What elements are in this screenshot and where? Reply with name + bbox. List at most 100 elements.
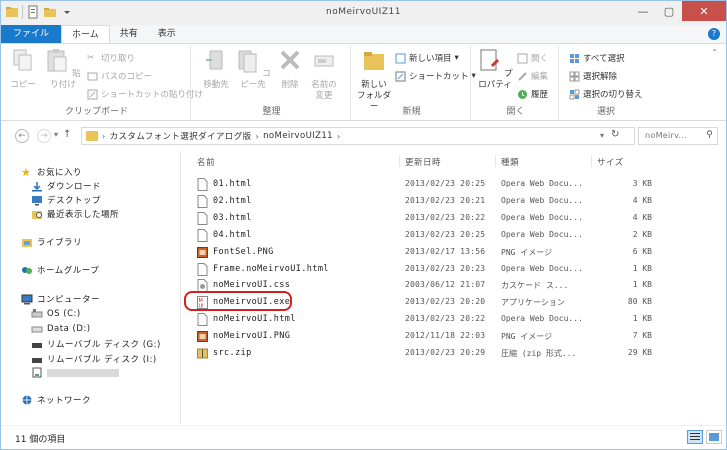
nav-downloads[interactable]: ダウンロード <box>31 180 101 192</box>
address-dropdown-icon[interactable]: ▾ <box>600 131 604 140</box>
easy-access-button[interactable]: ショートカット ▾ <box>395 70 476 82</box>
chevron-right-icon[interactable]: › <box>256 132 260 141</box>
file-row[interactable]: 03.html 2013/02/23 20:22 Opera Web Docu...… <box>197 210 652 226</box>
paste-shortcut-button[interactable]: ショートカットの貼り付け <box>87 88 203 100</box>
tab-home[interactable]: ホーム <box>61 25 110 43</box>
invert-selection-button[interactable]: 選択の切り替え <box>569 88 643 100</box>
file-row[interactable]: 04.html 2013/02/23 20:25 Opera Web Docu...… <box>197 227 652 243</box>
file-type: アプリケーション <box>501 298 565 308</box>
nav-removable-g[interactable]: リムーバブル ディスク (G:) <box>31 338 161 350</box>
hard-drive-icon <box>31 326 43 333</box>
close-button[interactable]: ✕ <box>682 1 726 21</box>
move-to-button[interactable]: 移動先 <box>199 48 233 91</box>
history-button[interactable]: 履歴 <box>517 88 548 100</box>
nav-redacted-item[interactable] <box>31 367 119 378</box>
nav-desktop[interactable]: デスクトップ <box>31 194 101 206</box>
copy-icon <box>13 49 32 71</box>
new-item-button[interactable]: 新しい項目 ▾ <box>395 52 459 64</box>
file-size: 1 KB <box>632 280 652 290</box>
open-button[interactable]: 開く <box>517 52 548 64</box>
nav-homegroup[interactable]: ホームグループ <box>21 264 99 276</box>
nav-desktop-label: デスクトップ <box>47 196 102 206</box>
nav-removable-i[interactable]: リムーバブル ディスク (I:) <box>31 353 157 365</box>
move-to-icon <box>206 50 223 70</box>
nav-recent-places[interactable]: 最近表示した場所 <box>31 208 119 220</box>
file-row[interactable]: Frame.noMeirvoUI.html 2013/02/23 20:23 Ope… <box>197 261 652 277</box>
help-icon[interactable]: ? <box>708 28 720 40</box>
up-button[interactable]: ↑ <box>63 129 71 140</box>
column-header-type[interactable]: 種類 <box>501 156 519 168</box>
file-row[interactable]: FontSel.PNG 2013/02/17 13:56 PNG イメージ 6 KB <box>197 244 652 260</box>
minimize-button[interactable]: — <box>630 1 656 21</box>
chevron-right-icon[interactable]: › <box>102 132 106 141</box>
search-icon[interactable]: ⚲ <box>706 130 713 140</box>
nav-drive-os[interactable]: OS (C:) <box>31 308 81 319</box>
properties-button[interactable]: プロパティ <box>475 48 515 91</box>
invert-selection-label: 選択の切り替え <box>583 90 643 100</box>
delete-button[interactable]: 削除 <box>275 48 305 91</box>
search-input[interactable]: noMeirv... ⚲ <box>638 127 718 145</box>
file-name: 03.html <box>213 212 252 223</box>
tab-file[interactable]: ファイル <box>1 25 62 43</box>
copy-button[interactable]: コピー <box>9 48 37 91</box>
column-header-date[interactable]: 更新日時 <box>405 156 441 168</box>
title-bar: noMeirvoUIZ11 — ▢ ✕ <box>1 1 726 25</box>
html-file-icon <box>197 178 208 191</box>
forward-button[interactable]: → <box>37 129 51 143</box>
desktop-icon <box>32 195 42 205</box>
paste-button[interactable]: 貼り付け <box>43 48 83 91</box>
nav-favorites[interactable]: ★ お気に入り <box>21 166 82 179</box>
collapse-ribbon-icon[interactable]: ⌃ <box>711 48 718 57</box>
nav-drive-data[interactable]: Data (D:) <box>31 323 91 334</box>
nav-network-label: ネットワーク <box>37 396 92 406</box>
select-none-label: 選択解除 <box>583 72 618 82</box>
rename-button[interactable]: 名前の 変更 <box>307 48 341 102</box>
tab-share[interactable]: 共有 <box>110 25 148 43</box>
column-header-name[interactable]: 名前 <box>197 156 215 168</box>
recent-locations-icon[interactable]: ▾ <box>54 130 58 139</box>
copy-path-button[interactable]: パスのコピー <box>87 70 152 82</box>
column-divider[interactable] <box>495 155 496 167</box>
nav-libraries[interactable]: ライブラリ <box>21 236 82 248</box>
nav-downloads-label: ダウンロード <box>47 182 102 192</box>
maximize-button[interactable]: ▢ <box>656 1 682 21</box>
refresh-button[interactable]: ↻ <box>611 129 619 140</box>
clipboard-group-label: クリップボード <box>64 107 128 117</box>
select-all-button[interactable]: すべて選択 <box>569 52 625 64</box>
file-size: 29 KB <box>627 348 652 357</box>
breadcrumb-segment[interactable]: カスタムフォント選択ダイアログ版 <box>110 130 252 142</box>
edit-button[interactable]: 編集 <box>517 70 548 82</box>
copy-to-button[interactable]: コピー先 <box>235 48 271 91</box>
breadcrumb-segment[interactable]: noMeirvoUIZ11 <box>263 131 333 141</box>
file-type: Opera Web Docu... <box>501 195 583 205</box>
file-row[interactable]: noMeirvoUI.html 2013/02/23 20:22 Opera Web… <box>197 311 652 327</box>
tab-view[interactable]: 表示 <box>148 25 186 43</box>
file-row[interactable]: 02.html 2013/02/23 20:21 Opera Web Docu...… <box>197 193 652 209</box>
nav-computer[interactable]: コンピューター <box>21 293 100 305</box>
back-button[interactable]: ← <box>15 129 29 143</box>
paste-shortcut-icon <box>87 89 98 99</box>
nav-network[interactable]: ネットワーク <box>21 394 91 406</box>
chevron-right-icon[interactable]: › <box>337 132 341 141</box>
breadcrumb[interactable]: › カスタムフォント選択ダイアログ版 › noMeirvoUIZ11 › <box>81 127 635 145</box>
png-file-icon <box>197 330 208 343</box>
copy-path-icon <box>87 72 98 80</box>
column-header-size[interactable]: サイズ <box>597 156 624 168</box>
nav-drive-os-label: OS (C:) <box>47 308 81 319</box>
copy-label: コピー <box>10 80 36 90</box>
details-view-button[interactable] <box>687 430 703 444</box>
cut-button[interactable]: ✂ 切り取り <box>87 52 135 65</box>
column-divider[interactable] <box>399 155 400 167</box>
file-row[interactable]: src.zip 2013/02/23 20:29 圧縮 (zip 形式... 29 K… <box>197 345 652 361</box>
file-size: 4 KB <box>632 212 652 222</box>
file-row[interactable]: noMeirvoUI.PNG 2012/11/18 22:03 PNG イメージ 7 … <box>197 328 652 344</box>
file-name: noMeirvoUI.PNG <box>213 331 291 342</box>
select-none-button[interactable]: 選択解除 <box>569 70 617 82</box>
nav-drive-data-label: Data (D:) <box>47 323 91 334</box>
column-divider[interactable] <box>591 155 592 167</box>
file-row[interactable]: 01.html 2013/02/23 20:25 Opera Web Docu...… <box>197 176 652 192</box>
ribbon-tabs: ファイル ホーム 共有 表示 ? <box>1 25 726 43</box>
large-icons-view-button[interactable] <box>706 430 722 444</box>
file-type: PNG イメージ <box>501 247 553 257</box>
rename-label-line1: 名前の <box>311 80 337 90</box>
